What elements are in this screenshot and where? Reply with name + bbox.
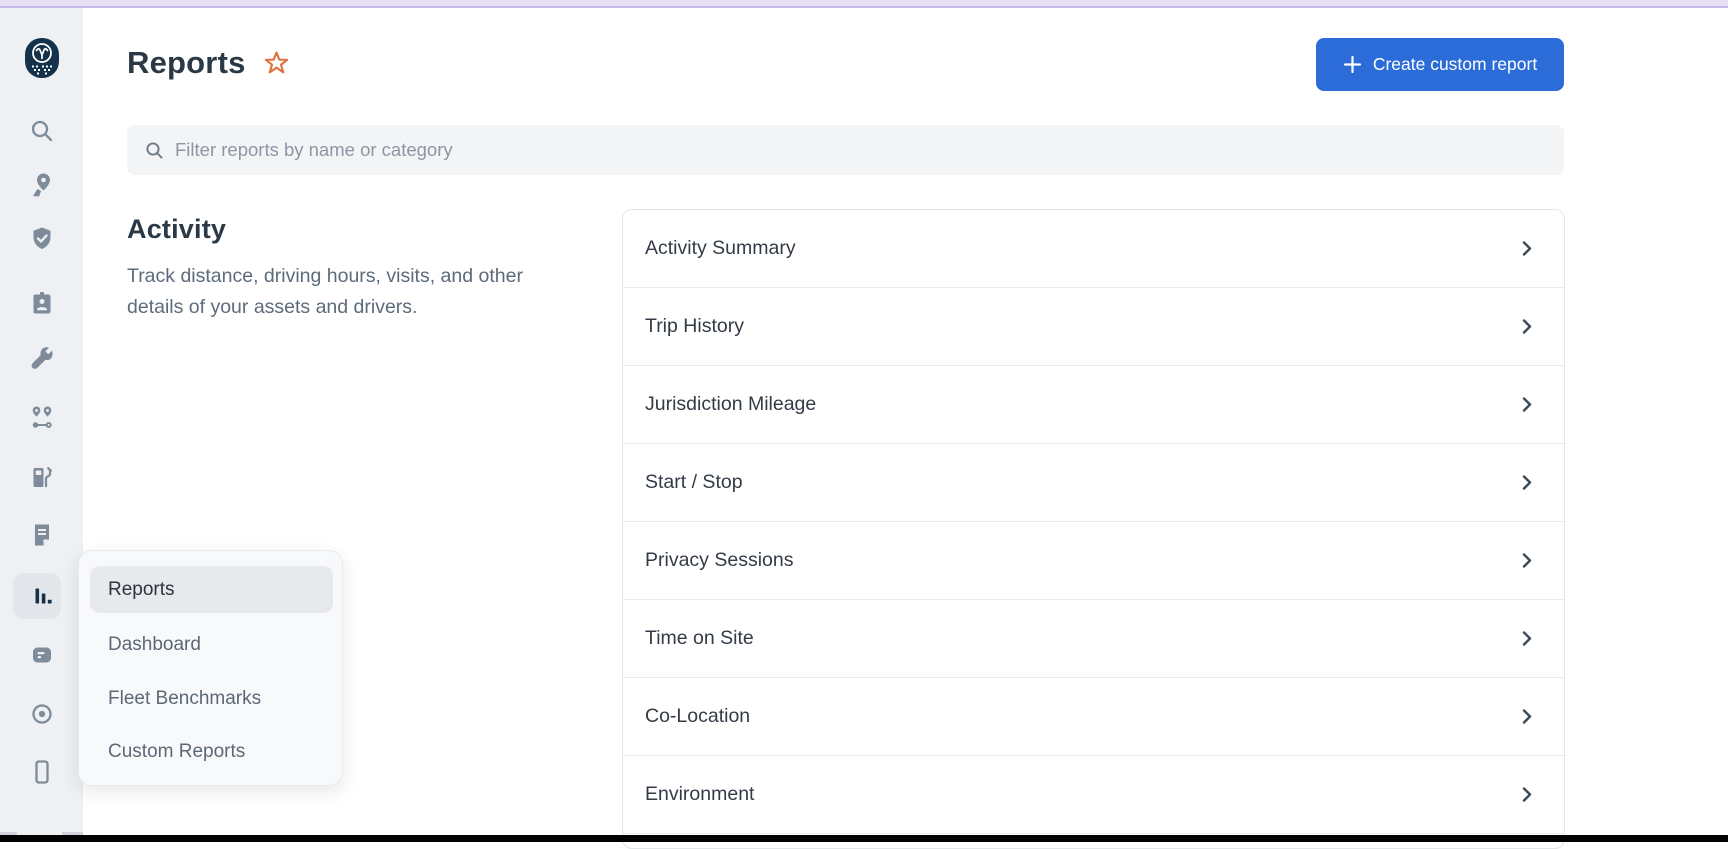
flyout-item-reports[interactable]: Reports xyxy=(90,566,333,613)
report-row-trip-history[interactable]: Trip History xyxy=(623,288,1564,366)
flyout-item-custom-reports[interactable]: Custom Reports xyxy=(90,728,333,775)
report-row-activity-summary[interactable]: Activity Summary xyxy=(623,210,1564,288)
star-favorite-icon[interactable] xyxy=(264,51,289,76)
report-label: Activity Summary xyxy=(645,237,796,259)
report-label: Privacy Sessions xyxy=(645,549,794,571)
flyout-item-dashboard[interactable]: Dashboard xyxy=(90,621,333,668)
report-row-start-stop[interactable]: Start / Stop xyxy=(623,444,1564,522)
id-badge-icon[interactable] xyxy=(0,289,83,317)
report-list-card: Activity Summary Trip History Jurisdicti… xyxy=(622,209,1565,849)
chevron-right-icon xyxy=(1518,474,1535,491)
flyout-item-fleet-benchmarks[interactable]: Fleet Benchmarks xyxy=(90,675,333,722)
chevron-right-icon xyxy=(1518,240,1535,257)
message-card-icon[interactable] xyxy=(0,641,83,669)
wrench-icon[interactable] xyxy=(0,345,83,373)
search-icon[interactable] xyxy=(0,117,83,145)
report-label: Start / Stop xyxy=(645,471,743,493)
chevron-right-icon xyxy=(1518,552,1535,569)
mobile-phone-icon[interactable] xyxy=(0,758,83,786)
filter-reports-field[interactable] xyxy=(127,125,1564,175)
filter-reports-input[interactable] xyxy=(175,139,1546,161)
chevron-right-icon xyxy=(1518,318,1535,335)
map-pin-icon[interactable] xyxy=(0,171,83,199)
report-label: Time on Site xyxy=(645,627,754,649)
search-icon xyxy=(146,141,163,159)
bottom-black-bar xyxy=(0,835,1728,842)
page-title: Reports xyxy=(127,45,246,80)
fuel-pump-icon[interactable] xyxy=(0,464,83,492)
owl-logo[interactable] xyxy=(0,38,83,78)
report-row-time-on-site[interactable]: Time on Site xyxy=(623,600,1564,678)
bar-chart-icon[interactable] xyxy=(0,582,83,610)
shield-check-icon[interactable] xyxy=(0,225,83,253)
chevron-right-icon xyxy=(1518,396,1535,413)
section-title: Activity xyxy=(127,214,227,244)
report-label: Jurisdiction Mileage xyxy=(645,393,817,415)
report-label: Environment xyxy=(645,783,755,805)
plus-icon xyxy=(1343,55,1361,74)
chevron-right-icon xyxy=(1518,786,1535,803)
route-icon[interactable] xyxy=(0,404,83,432)
create-custom-report-label: Create custom report xyxy=(1372,54,1538,74)
report-label: Trip History xyxy=(645,315,744,337)
browser-top-strip xyxy=(0,0,1728,8)
chevron-right-icon xyxy=(1518,630,1535,647)
report-row-privacy-sessions[interactable]: Privacy Sessions xyxy=(623,522,1564,600)
report-label: Co-Location xyxy=(645,705,751,727)
reports-flyout-menu: Reports Dashboard Fleet Benchmarks Custo… xyxy=(78,550,343,786)
section-description: Track distance, driving hours, visits, a… xyxy=(127,265,523,318)
create-custom-report-button[interactable]: Create custom report xyxy=(1316,38,1564,91)
report-row-environment[interactable]: Environment xyxy=(623,756,1564,834)
document-icon[interactable] xyxy=(0,521,83,549)
chevron-right-icon xyxy=(1518,708,1535,725)
record-circle-icon[interactable] xyxy=(0,700,83,728)
report-row-jurisdiction-mileage[interactable]: Jurisdiction Mileage xyxy=(623,366,1564,444)
report-row-co-location[interactable]: Co-Location xyxy=(623,678,1564,756)
sidebar xyxy=(0,8,83,842)
